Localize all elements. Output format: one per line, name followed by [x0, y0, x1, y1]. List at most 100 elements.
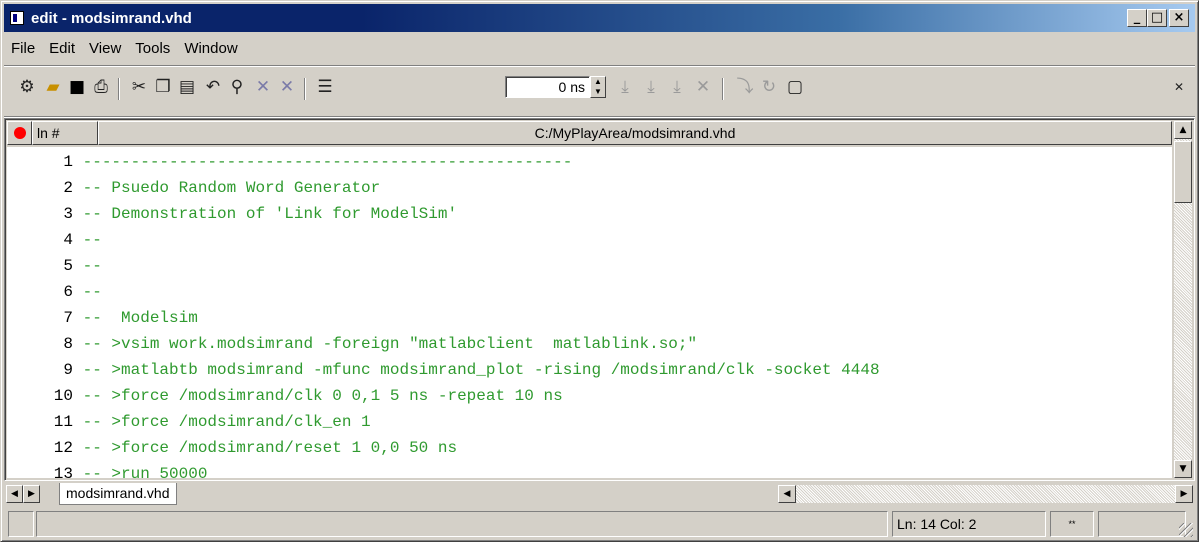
- tab-modsimrand[interactable]: modsimrand.vhd: [59, 483, 177, 505]
- clear-marker-icon[interactable]: ✕: [252, 76, 274, 98]
- code-text: -- Psuedo Random Word Generator: [82, 179, 381, 197]
- source-editor: ln # C:/MyPlayArea/modsimrand.vhd 1 ----…: [4, 118, 1195, 481]
- breakpoint-column[interactable]: [7, 121, 32, 145]
- tab-scroll-left[interactable]: ◀: [6, 485, 23, 503]
- scroll-left-button[interactable]: ◀: [778, 485, 796, 503]
- break-icon[interactable]: ✕: [692, 76, 714, 98]
- code-text: --: [82, 257, 102, 275]
- window-title: edit - modsimrand.vhd: [31, 10, 192, 27]
- file-path-header: C:/MyPlayArea/modsimrand.vhd: [98, 121, 1172, 145]
- status-message: [36, 511, 888, 537]
- toolbar-overflow-icon[interactable]: ✕: [1168, 76, 1190, 98]
- code-text: -- >vsim work.modsimrand -foreign "matla…: [82, 335, 698, 353]
- line-number: 8: [63, 335, 73, 353]
- code-line[interactable]: 2 -- Psuedo Random Word Generator: [7, 177, 380, 200]
- line-number-header[interactable]: ln #: [32, 121, 98, 145]
- title-bar[interactable]: edit - modsimrand.vhd _ □ ×: [4, 4, 1195, 32]
- scroll-up-button[interactable]: ▲: [1174, 121, 1192, 139]
- line-number: 11: [53, 413, 73, 431]
- code-line[interactable]: 5 --: [7, 255, 102, 278]
- horizontal-scrollbar[interactable]: ◀ ▶: [778, 485, 1193, 503]
- menu-bar: File Edit View Tools Window: [4, 36, 245, 60]
- time-input[interactable]: 0 ns: [505, 76, 590, 98]
- cursor-position: Ln: 14 Col: 2: [892, 511, 1046, 537]
- code-line[interactable]: 1 --------------------------------------…: [7, 151, 572, 174]
- line-number: 12: [53, 439, 73, 457]
- code-text: -- Modelsim: [82, 309, 198, 327]
- modified-indicator: **: [1050, 511, 1094, 537]
- menu-view[interactable]: View: [82, 36, 128, 60]
- vertical-scrollbar[interactable]: ▲ ▼: [1174, 121, 1192, 478]
- code-line[interactable]: 10 -- >force /modsimrand/clk 0 0,1 5 ns …: [7, 385, 563, 408]
- toolbar: ⚙ ▰ ■ ⎙ ✂ ❐ ▤ ↶ ⚲ ✕ ✕ ☰ 0 ns ▲ ▼ ⤓ ⤓ ⤓ ✕ …: [4, 65, 1195, 117]
- code-text: -- >matlabtb modsimrand -mfunc modsimran…: [82, 361, 880, 379]
- close-button[interactable]: ×: [1169, 9, 1189, 27]
- code-line[interactable]: 11 -- >force /modsimrand/clk_en 1: [7, 411, 371, 434]
- continue-icon[interactable]: ⤵: [734, 76, 756, 98]
- menu-window[interactable]: Window: [177, 36, 244, 60]
- app-icon[interactable]: [10, 11, 24, 25]
- tab-row: ◀ ▶ modsimrand.vhd ◀ ▶: [4, 483, 1195, 505]
- find-icon[interactable]: ⚲: [226, 76, 248, 98]
- code-text: -- >run 50000: [82, 465, 208, 478]
- toolbar-separator: [118, 78, 119, 100]
- line-number: 2: [63, 179, 73, 197]
- tab-scroll-right[interactable]: ▶: [23, 485, 40, 503]
- step-out-icon[interactable]: ⤓: [666, 76, 688, 98]
- code-text: -- >force /modsimrand/clk 0 0,1 5 ns -re…: [82, 387, 563, 405]
- status-cell: [8, 511, 34, 537]
- line-number: 5: [63, 257, 73, 275]
- code-text: --: [82, 283, 102, 301]
- step-over-icon[interactable]: ⤓: [640, 76, 662, 98]
- editor-window: edit - modsimrand.vhd _ □ × File Edit View…: [0, 0, 1199, 542]
- scroll-thumb[interactable]: [1174, 141, 1192, 203]
- code-text: -- >force /modsimrand/reset 1 0,0 50 ns: [82, 439, 458, 457]
- document-icon[interactable]: ▢: [784, 76, 806, 98]
- line-number: 7: [63, 309, 73, 327]
- status-bar: Ln: 14 Col: 2 **: [4, 509, 1195, 539]
- code-text: ----------------------------------------…: [82, 153, 573, 171]
- delete-marker-icon[interactable]: ✕: [276, 76, 298, 98]
- line-number: 1: [63, 153, 73, 171]
- code-area[interactable]: 1 --------------------------------------…: [7, 147, 1172, 478]
- source-icon[interactable]: ☰: [314, 76, 336, 98]
- code-text: -- Demonstration of 'Link for ModelSim': [82, 205, 458, 223]
- code-line[interactable]: 12 -- >force /modsimrand/reset 1 0,0 50 …: [7, 437, 457, 460]
- paste-icon[interactable]: ▤: [176, 76, 198, 98]
- scroll-down-button[interactable]: ▼: [1174, 460, 1192, 478]
- save-icon[interactable]: ■: [66, 76, 88, 98]
- code-text: --: [82, 231, 102, 249]
- undo-icon[interactable]: ↶: [202, 76, 224, 98]
- menu-tools[interactable]: Tools: [128, 36, 177, 60]
- code-text: -- >force /modsimrand/clk_en 1: [82, 413, 371, 431]
- step-icon[interactable]: ⤓: [614, 76, 636, 98]
- line-number: 6: [63, 283, 73, 301]
- line-number: 4: [63, 231, 73, 249]
- code-line[interactable]: 7 -- Modelsim: [7, 307, 198, 330]
- line-number: 13: [53, 465, 73, 478]
- resize-grip-icon[interactable]: [1179, 523, 1193, 537]
- code-line[interactable]: 3 -- Demonstration of 'Link for ModelSim…: [7, 203, 457, 226]
- time-spinner[interactable]: ▲ ▼: [590, 76, 606, 98]
- code-line[interactable]: 4 --: [7, 229, 102, 252]
- menu-edit[interactable]: Edit: [42, 36, 82, 60]
- line-number: 10: [53, 387, 73, 405]
- restore-button[interactable]: □: [1147, 9, 1167, 27]
- toolbar-separator: [304, 78, 305, 100]
- line-number: 3: [63, 205, 73, 223]
- open-icon[interactable]: ▰: [42, 76, 64, 98]
- print-icon[interactable]: ⎙: [90, 76, 112, 98]
- menu-file[interactable]: File: [4, 36, 42, 60]
- minimize-button[interactable]: _: [1127, 9, 1147, 27]
- code-line[interactable]: 8 -- >vsim work.modsimrand -foreign "mat…: [7, 333, 697, 356]
- code-line[interactable]: 6 --: [7, 281, 102, 304]
- toolbar-separator: [722, 78, 723, 100]
- compile-icon[interactable]: ⚙: [16, 76, 38, 98]
- scroll-right-button[interactable]: ▶: [1175, 485, 1193, 503]
- copy-icon[interactable]: ❐: [152, 76, 174, 98]
- restart-icon[interactable]: ↻: [758, 76, 780, 98]
- status-cell: [1098, 511, 1186, 537]
- code-line[interactable]: 13 -- >run 50000: [7, 463, 208, 478]
- code-line[interactable]: 9 -- >matlabtb modsimrand -mfunc modsimr…: [7, 359, 880, 382]
- cut-icon[interactable]: ✂: [128, 76, 150, 98]
